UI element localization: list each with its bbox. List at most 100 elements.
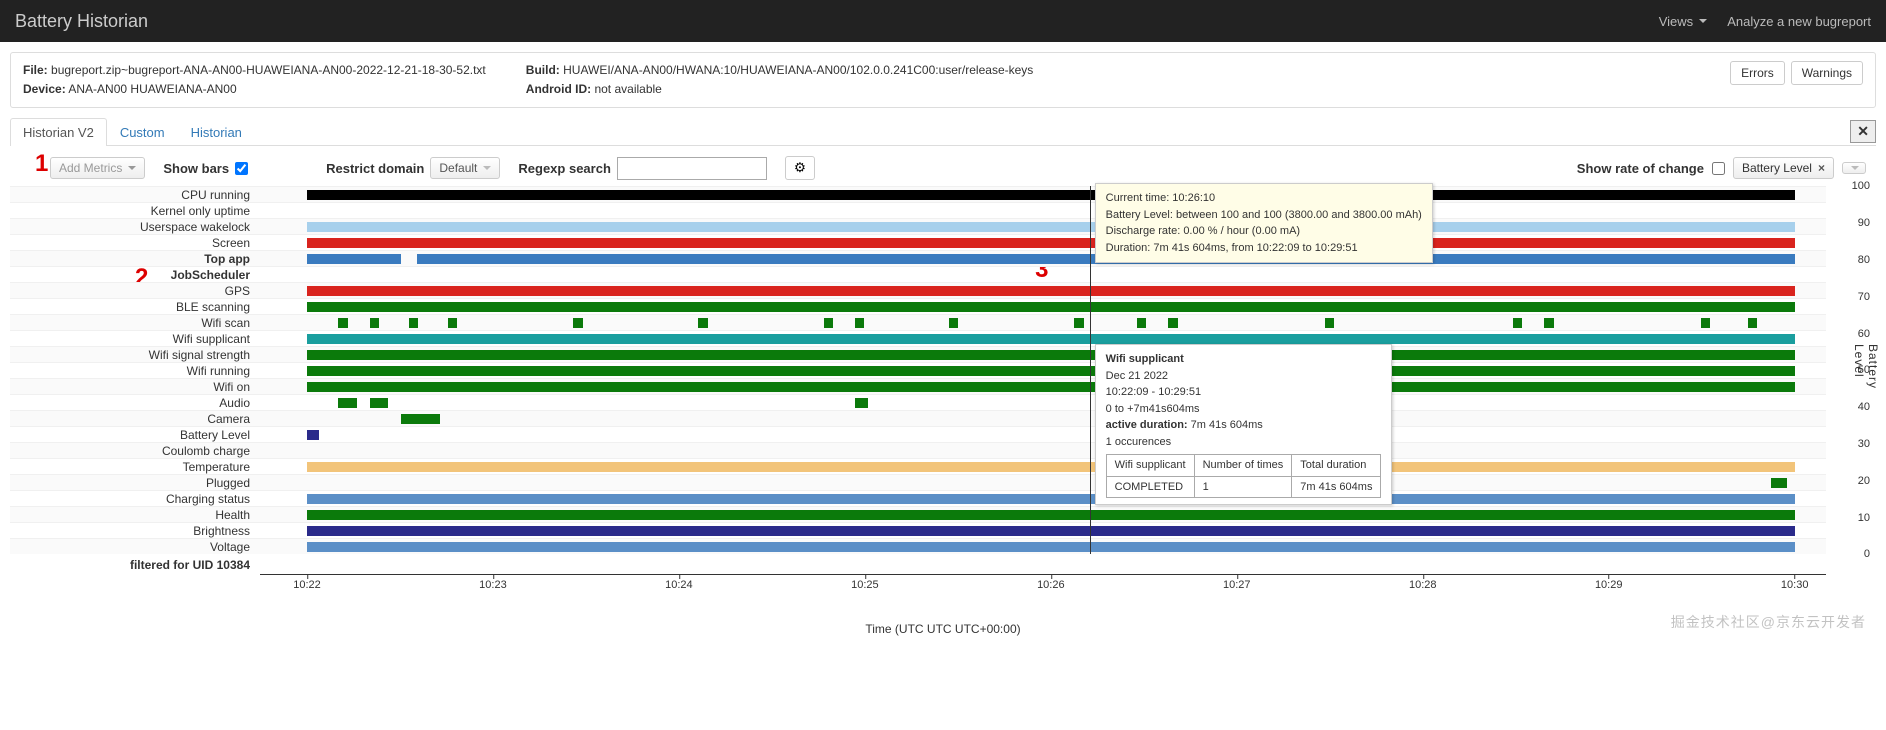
timeline-segment[interactable] (1748, 318, 1757, 328)
row-label: Wifi scan (10, 316, 260, 330)
yaxis-tick: 0 (1864, 548, 1870, 560)
timeline-row[interactable] (260, 346, 1826, 362)
timeline-row[interactable] (260, 394, 1826, 410)
timeline-segment[interactable] (307, 302, 1795, 312)
timeline-row[interactable] (260, 426, 1826, 442)
timeline-segment[interactable] (338, 398, 357, 408)
timeline-segment[interactable] (1513, 318, 1522, 328)
timeline-segment[interactable] (824, 318, 833, 328)
show-rate-checkbox[interactable] (1712, 162, 1725, 175)
timeline-segment[interactable] (855, 398, 868, 408)
timeline-row[interactable] (260, 266, 1826, 282)
timeline-segment[interactable] (307, 510, 1795, 520)
timeline-segment[interactable] (307, 350, 1795, 360)
timeline-row[interactable] (260, 362, 1826, 378)
analyze-link[interactable]: Analyze a new bugreport (1727, 14, 1871, 29)
timeline-segment[interactable] (1771, 478, 1787, 488)
row-label: Wifi on (10, 380, 260, 394)
tab-bar: Historian V2 Custom Historian ✕ (10, 118, 1876, 146)
timeline-segment[interactable] (307, 190, 1795, 200)
timeline-row[interactable] (260, 186, 1826, 202)
battery-level-chip[interactable]: Battery Level × (1733, 157, 1834, 179)
timeline-segment[interactable] (1168, 318, 1177, 328)
timeline-row[interactable] (260, 538, 1826, 554)
timeline-row[interactable] (260, 314, 1826, 330)
timeline-segment[interactable] (370, 318, 379, 328)
table-cell: COMPLETED (1106, 476, 1194, 498)
timeline-segment[interactable] (1544, 318, 1553, 328)
timeline-row[interactable] (260, 506, 1826, 522)
timeline-segment[interactable] (1137, 318, 1146, 328)
timeline-segment[interactable] (307, 238, 1795, 248)
warnings-button[interactable]: Warnings (1791, 61, 1863, 85)
regexp-search-input[interactable] (617, 157, 767, 180)
timeline-row[interactable] (260, 378, 1826, 394)
yaxis-tick: 70 (1858, 291, 1870, 303)
timeline-segment[interactable] (698, 318, 707, 328)
timeline-segment[interactable] (949, 318, 958, 328)
timeline-segment[interactable] (409, 318, 418, 328)
timeline-segment[interactable] (1325, 318, 1334, 328)
timeline-row[interactable] (260, 218, 1826, 234)
close-tab-icon[interactable]: ✕ (1850, 120, 1876, 143)
timeline-segment[interactable] (307, 222, 1795, 232)
timeline-segment[interactable] (370, 398, 389, 408)
navbar: Battery Historian Views Analyze a new bu… (0, 0, 1886, 42)
restrict-domain-select[interactable]: Default (430, 157, 500, 179)
regexp-search-label: Regexp search (518, 161, 611, 176)
row-label: Top app (10, 252, 260, 266)
settings-button[interactable]: ⚙ (785, 156, 815, 180)
timeline-row[interactable] (260, 330, 1826, 346)
timeline-segment[interactable] (448, 318, 457, 328)
timeline-segment[interactable] (307, 494, 1795, 504)
timeline-segment[interactable] (307, 542, 1795, 552)
build-label: Build: (526, 63, 560, 77)
restrict-domain-label: Restrict domain (326, 161, 424, 176)
timeline-segment[interactable] (1074, 318, 1083, 328)
chip-remove-icon[interactable]: × (1818, 161, 1825, 175)
timeline-row[interactable] (260, 458, 1826, 474)
timeline-row[interactable] (260, 202, 1826, 218)
timeline-row[interactable] (260, 298, 1826, 314)
timeline-segment[interactable] (307, 254, 401, 264)
row-label: Charging status (10, 492, 260, 506)
timeline-segment[interactable] (573, 318, 582, 328)
timeline-segment[interactable] (307, 462, 1795, 472)
tooltip-line: 0 to +7m41s604ms (1106, 401, 1382, 418)
timeline-segment[interactable] (855, 318, 864, 328)
timeline-segment[interactable] (307, 334, 1795, 344)
timeline-row[interactable] (260, 442, 1826, 458)
timeline-row[interactable] (260, 250, 1826, 266)
timeline-chart: 2 CPU runningKernel only uptimeUserspace… (10, 186, 1876, 636)
xaxis-tick: 10:28 (1409, 579, 1437, 591)
xaxis-tick: 10:23 (479, 579, 507, 591)
yaxis-tick: 40 (1858, 401, 1870, 413)
add-metrics-button[interactable]: Add Metrics (50, 157, 145, 179)
timeline-segment[interactable] (307, 286, 1795, 296)
timeline-row[interactable] (260, 410, 1826, 426)
timeline-row[interactable] (260, 234, 1826, 250)
build-value: HUAWEI/ANA-AN00/HWANA:10/HUAWEIANA-AN00/… (563, 63, 1033, 77)
timeline-segment[interactable] (307, 526, 1795, 536)
tab-historian-v2[interactable]: Historian V2 (10, 118, 107, 146)
timeline-segment[interactable] (338, 318, 347, 328)
errors-button[interactable]: Errors (1730, 61, 1785, 85)
tab-custom[interactable]: Custom (107, 118, 178, 146)
views-dropdown[interactable]: Views (1659, 14, 1707, 29)
timeline-row[interactable] (260, 490, 1826, 506)
timeline-segment[interactable] (307, 382, 1795, 392)
timeline-segment[interactable] (307, 366, 1795, 376)
show-bars-checkbox[interactable] (235, 162, 248, 175)
timeline-segment[interactable] (401, 414, 440, 424)
restrict-domain-value: Default (439, 161, 477, 175)
battery-tooltip: Current time: 10:26:10 Battery Level: be… (1095, 183, 1433, 263)
tab-historian[interactable]: Historian (178, 118, 255, 146)
timeline-row[interactable] (260, 282, 1826, 298)
timeline-segment[interactable] (307, 430, 320, 440)
timeline-segment[interactable] (1701, 318, 1710, 328)
timeline-row[interactable] (260, 474, 1826, 490)
file-value: bugreport.zip~bugreport-ANA-AN00-HUAWEIA… (51, 63, 486, 77)
series-dropdown[interactable] (1842, 162, 1866, 174)
timeline-row[interactable] (260, 522, 1826, 538)
yaxis-tick: 20 (1858, 475, 1870, 487)
